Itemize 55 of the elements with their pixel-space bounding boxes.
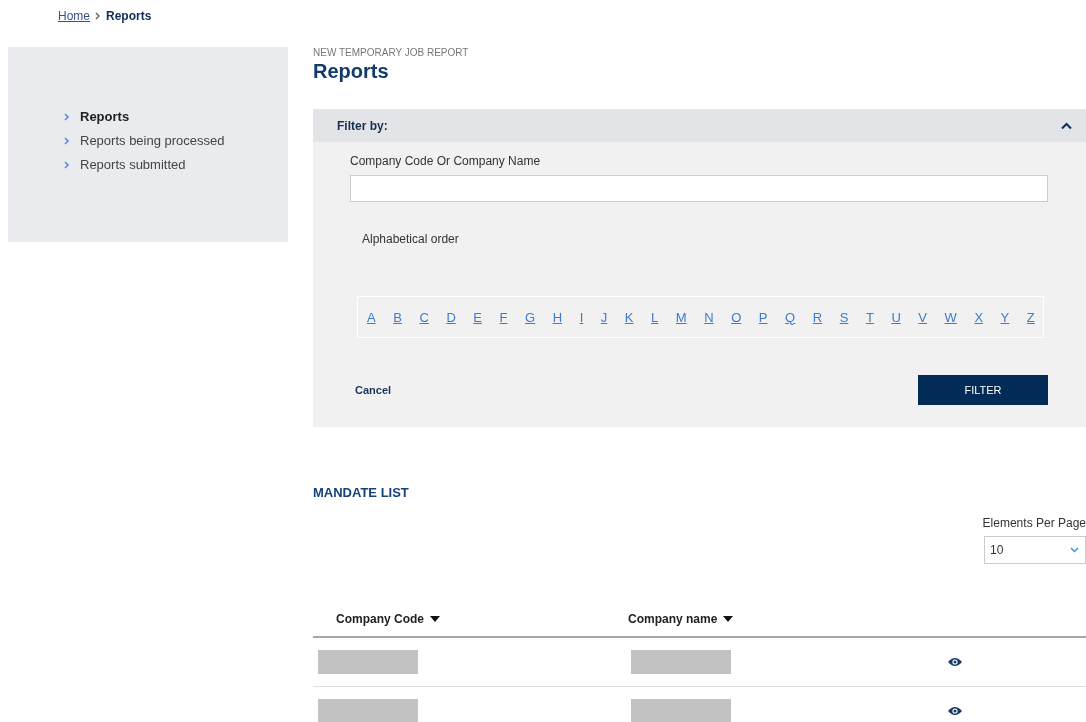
sidebar-item[interactable]: Reports being processed (64, 133, 288, 148)
letter-link[interactable]: F (499, 309, 508, 325)
per-page-select[interactable]: 10 (984, 536, 1086, 564)
sort-caret-icon (430, 616, 440, 622)
alphabet-label: Alphabetical order (362, 232, 460, 246)
chevron-icon (95, 12, 101, 20)
eye-icon[interactable] (948, 706, 962, 716)
letter-link[interactable]: B (393, 309, 402, 325)
letter-link[interactable]: G (525, 309, 536, 325)
chevron-icon (64, 136, 70, 145)
letter-link[interactable]: O (731, 309, 742, 325)
page-title: Reports (313, 60, 390, 84)
letter-link[interactable]: M (675, 309, 687, 325)
letter-link[interactable]: P (758, 309, 768, 325)
filter-button[interactable]: FILTER (918, 375, 1048, 405)
letter-link[interactable]: X (974, 309, 984, 325)
cancel-link[interactable]: Cancel (355, 384, 392, 396)
column-header[interactable]: Company name (605, 612, 910, 626)
chevron-up-icon[interactable] (1061, 121, 1072, 130)
letter-link[interactable]: E (473, 309, 482, 325)
letter-link[interactable]: J (600, 309, 608, 325)
letter-link[interactable]: C (419, 309, 429, 325)
letter-link[interactable]: T (865, 309, 874, 325)
sort-caret-icon (723, 616, 734, 622)
chevron-icon (64, 160, 70, 169)
sidebar-item[interactable]: Reports submitted (64, 157, 288, 172)
per-page-label: Elements Per Page (982, 516, 1086, 530)
field-label: Company Code Or Company Name (350, 154, 542, 168)
letter-link[interactable]: H (552, 309, 563, 325)
filter-title: Filter by: (337, 118, 388, 133)
letter-link[interactable]: U (891, 309, 901, 325)
letter-link[interactable]: Y (1000, 309, 1010, 325)
eye-icon[interactable] (948, 657, 962, 667)
sidebar-item[interactable]: Reports (64, 109, 288, 124)
column-header[interactable]: Company Code (313, 612, 605, 626)
breadcrumb-current: Reports (106, 9, 152, 23)
chevron-down-icon (1070, 547, 1079, 553)
letter-link[interactable]: I (579, 309, 584, 325)
list-title: MANDATE LIST (313, 485, 410, 500)
letter-link[interactable]: W (944, 309, 957, 325)
letter-link[interactable]: V (918, 309, 927, 325)
letter-link[interactable]: Z (1026, 309, 1035, 325)
letter-link[interactable]: K (624, 309, 634, 325)
letter-link[interactable]: L (651, 309, 659, 325)
letter-link[interactable]: N (704, 309, 714, 325)
company-search-field[interactable] (350, 175, 1048, 202)
page-overline: NEW TEMPORARY JOB REPORT (313, 47, 470, 58)
filter-header[interactable]: Filter by: (313, 109, 1086, 142)
letter-link[interactable]: D (446, 309, 456, 325)
breadcrumb-link[interactable]: Home (58, 9, 90, 23)
letter-link[interactable]: S (839, 309, 849, 325)
letter-link[interactable]: A (367, 309, 376, 325)
chevron-icon (64, 112, 70, 121)
letter-link[interactable]: R (812, 309, 823, 325)
letter-link[interactable]: Q (785, 309, 796, 325)
